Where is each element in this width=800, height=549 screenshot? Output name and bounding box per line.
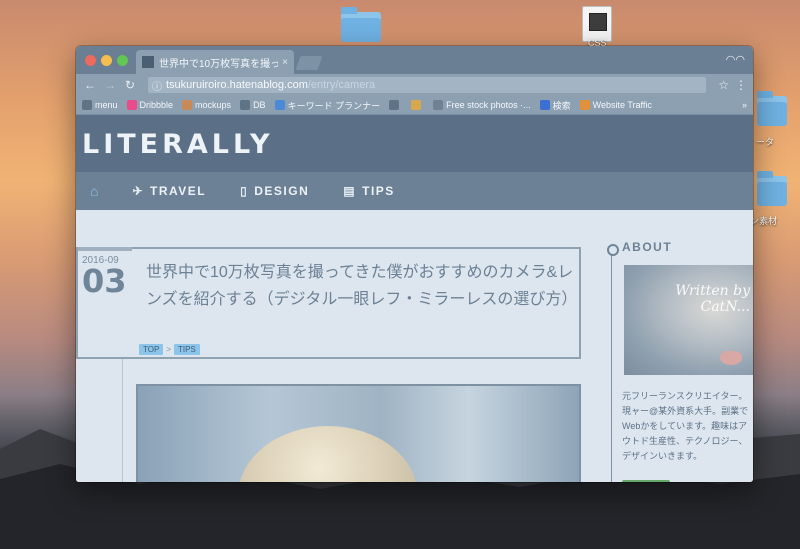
nav-design[interactable]: ▯ DESIGN <box>240 184 309 198</box>
bread-photo-subject <box>238 426 418 482</box>
traffic-bm-icon <box>579 100 590 110</box>
bookmark-item[interactable]: Dribbble <box>126 100 174 110</box>
css-file-icon[interactable] <box>582 6 612 42</box>
avatar-caption: Written by CatN... <box>675 283 750 315</box>
bookmark-star-icon[interactable]: ☆ <box>718 78 729 92</box>
tag-tips[interactable]: TIPS <box>173 344 200 355</box>
bookmark-item[interactable] <box>411 100 424 110</box>
browser-window: 世界中で10万枚写真を撮ってき × ◠◠ ← → ↻ ⓘ tsukuruiroi… <box>76 46 753 482</box>
post-date: 2016-09 03 <box>82 249 130 300</box>
desktop-folder-label-1: ータ <box>756 137 775 147</box>
tab-favicon-icon <box>142 56 154 68</box>
post-hero-image[interactable] <box>136 384 581 482</box>
timeline-line <box>122 359 123 482</box>
post-title[interactable]: 世界中で10万枚写真を撮ってきた僕がおすすめのカメラ&レンズを紹介する（デジタル… <box>146 259 577 313</box>
nav-travel[interactable]: ✈ TRAVEL <box>132 184 206 198</box>
bookmark-item[interactable]: Website Traffic <box>579 100 652 110</box>
nav-travel-label: TRAVEL <box>150 184 207 198</box>
bookmark-item[interactable]: キーワード プランナー <box>274 99 381 112</box>
page-info-icon[interactable]: ⓘ <box>152 78 162 93</box>
reload-icon[interactable]: ↻ <box>122 78 138 92</box>
bookmark-label: DB <box>253 100 266 110</box>
nav-tips-label: TIPS <box>362 184 395 198</box>
nav-design-label: DESIGN <box>254 184 310 198</box>
bookmark-item[interactable]: 検索 <box>539 99 571 112</box>
airplane-icon: ✈ <box>132 184 145 198</box>
tab-close-icon[interactable]: × <box>282 57 288 68</box>
site-header: LITERALLY <box>76 115 753 172</box>
search-bm-icon <box>539 100 550 110</box>
sidebar: ABOUT Written by CatN... 元フリーランスクリエイター。現… <box>607 210 753 482</box>
address-bar[interactable]: ⓘ tsukuruiroiro.hatenablog.com/entry/cam… <box>148 77 707 93</box>
tab-bar: 世界中で10万枚写真を撮ってき × ◠◠ <box>76 46 753 74</box>
back-icon[interactable]: ← <box>82 78 98 92</box>
bookmark-label: キーワード プランナー <box>287 100 381 111</box>
bookmark-label: menu <box>95 100 118 110</box>
desktop-folder-icon[interactable] <box>341 7 381 42</box>
site-logo[interactable]: LITERALLY <box>82 129 274 160</box>
url-path: /entry/camera <box>307 79 376 91</box>
web-page: LITERALLY ⌂ ✈ TRAVEL ▯ DESIGN ▤ TIPS 201… <box>76 115 753 482</box>
mockups-icon <box>182 100 193 110</box>
author-bio: 元フリーランスクリエイター。現ャー@某外資系大手。副業でWebかをしています。趣… <box>622 391 749 461</box>
site-nav: ⌂ ✈ TRAVEL ▯ DESIGN ▤ TIPS <box>76 172 753 210</box>
bookmark-item[interactable]: menu <box>82 100 118 110</box>
forward-icon[interactable]: → <box>102 78 118 92</box>
avatar-caption-line-1: Written by <box>675 283 750 299</box>
author-avatar[interactable]: Written by CatN... <box>624 265 753 375</box>
bookmarks-more-icon[interactable]: » <box>742 100 747 110</box>
url-host: tsukuruiroiro.hatenablog.com <box>166 79 308 91</box>
avatar-caption-line-2: CatN... <box>700 299 750 315</box>
post-header-card[interactable]: 2016-09 03 世界中で10万枚写真を撮ってきた僕がおすすめのカメラ&レン… <box>76 247 581 359</box>
close-window-button[interactable] <box>85 55 96 66</box>
tab-title: 世界中で10万枚写真を撮ってき <box>159 58 279 70</box>
desktop-folder-icon-right-1[interactable] <box>757 91 787 126</box>
browser-menu-icon[interactable]: ⋮ <box>735 78 747 92</box>
book-icon: ▤ <box>343 184 357 198</box>
bookmarks-bar: menu Dribbble mockups DB キーワード プランナー Free sto… <box>76 96 753 115</box>
bookmark-label: mockups <box>195 100 232 110</box>
incognito-icon[interactable]: ◠◠ <box>726 53 745 66</box>
main-content: 2016-09 03 世界中で10万枚写真を撮ってきた僕がおすすめのカメラ&レン… <box>76 210 753 482</box>
bookmark-label: 検索 <box>552 100 571 111</box>
dribbble-icon <box>126 100 137 110</box>
tag-top[interactable]: TOP <box>139 344 164 355</box>
zoom-window-button[interactable] <box>117 55 128 66</box>
home-icon[interactable]: ⌂ <box>90 183 98 199</box>
sidebar-timeline-dot <box>607 244 619 256</box>
sidebar-timeline-line <box>611 250 612 482</box>
post-date-day: 03 <box>82 262 127 300</box>
db-icon <box>240 100 251 110</box>
follow-button[interactable] <box>622 480 670 482</box>
bookmark-label: Website Traffic <box>592 100 652 110</box>
bookmark-item[interactable]: DB <box>240 100 266 110</box>
bookmark-item[interactable] <box>389 100 402 110</box>
cat-nose <box>720 351 742 365</box>
phone-icon: ▯ <box>240 184 249 198</box>
stock-icon <box>433 100 444 110</box>
nav-tips[interactable]: ▤ TIPS <box>343 184 395 198</box>
bookmark-label: Free stock photos ·... <box>446 100 531 110</box>
bookmark-item[interactable]: Free stock photos ·... <box>433 100 531 110</box>
photo-bm-icon <box>411 100 422 110</box>
minimize-window-button[interactable] <box>101 55 112 66</box>
bookmark-label: Dribbble <box>139 100 174 110</box>
apps-icon <box>82 100 92 110</box>
tag-separator: > <box>166 345 171 354</box>
camera-bm-icon <box>389 100 400 110</box>
post-tags: TOP > TIPS <box>139 344 203 355</box>
browser-tab[interactable]: 世界中で10万枚写真を撮ってき × <box>136 50 294 74</box>
keyword-icon <box>274 100 285 110</box>
about-heading: ABOUT <box>622 240 673 254</box>
new-tab-button[interactable] <box>295 56 323 70</box>
bookmark-item[interactable]: mockups <box>182 100 231 110</box>
browser-toolbar: ← → ↻ ⓘ tsukuruiroiro.hatenablog.com/ent… <box>76 74 753 96</box>
desktop-folder-icon-right-2[interactable] <box>757 171 787 206</box>
desktop-folder-label-2: ン素材 <box>750 216 778 226</box>
